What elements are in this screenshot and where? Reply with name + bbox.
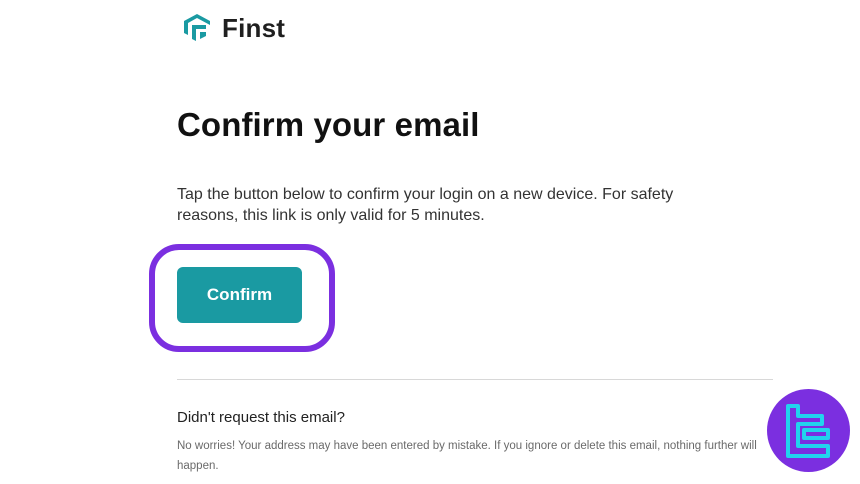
email-page: Finst Confirm your email Tap the button … — [0, 0, 860, 484]
watermark-badge — [767, 389, 850, 472]
footer-heading: Didn't request this email? — [177, 409, 345, 426]
divider — [177, 379, 773, 380]
finst-logo-icon — [184, 14, 210, 41]
brand-header: Finst — [180, 11, 285, 45]
confirm-button[interactable]: Confirm — [177, 267, 302, 323]
page-title: Confirm your email — [177, 106, 480, 143]
instructions-text: Tap the button below to confirm your log… — [177, 186, 674, 224]
footer-text: No worries! Your address may have been e… — [177, 440, 757, 472]
tradingfinder-logo-icon — [785, 403, 830, 458]
brand-name: Finst — [222, 12, 286, 43]
